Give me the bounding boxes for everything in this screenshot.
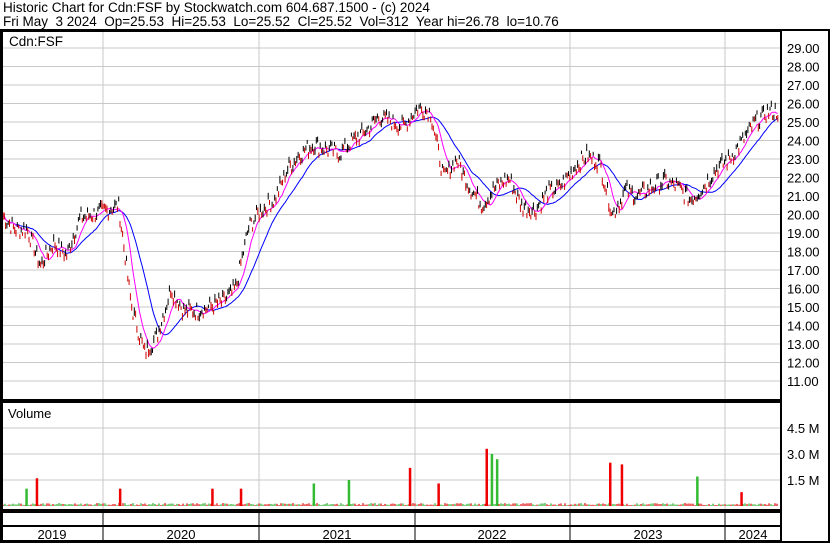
y-tick-label: 16.00: [787, 282, 820, 297]
y-tick-label: 15.00: [787, 300, 820, 315]
y-tick-label: 29.00: [787, 41, 820, 56]
y-tick-label: 14.00: [787, 319, 820, 334]
volume-bar: [620, 464, 624, 506]
volume-bar: [239, 488, 243, 506]
volume-bar: [437, 483, 440, 506]
x-tick-label: 2021: [323, 527, 352, 542]
y-tick-label: 22.00: [787, 171, 820, 186]
y-tick-label: 24.00: [787, 134, 820, 149]
volume-bar: [25, 488, 28, 506]
y-tick-label: 19.00: [787, 226, 820, 241]
volume-bar: [495, 459, 499, 506]
y-tick-label: 12.00: [787, 356, 820, 371]
y-tick-label: 21.00: [787, 189, 820, 204]
price-chart: 11.00 12.00 13.00 14.00 15.00 16.00 17.00 18.00…: [0, 29, 830, 543]
price-panel-border: [1, 30, 782, 401]
x-tick-label: 2022: [478, 527, 507, 542]
long-ma-line: [2, 116, 779, 336]
volume-bar: [485, 448, 488, 506]
volume-bar: [408, 467, 412, 506]
volume-bar: [609, 462, 612, 506]
volume-bar: [490, 454, 494, 506]
y-tick-label: 23.00: [787, 152, 820, 167]
y-tick-label: 28.00: [787, 60, 820, 75]
x-tick-label: 2019: [38, 527, 67, 542]
volume-panel-border: [1, 401, 782, 511]
y-tick-label: 18.00: [787, 245, 820, 260]
x-tick-label: 2020: [167, 527, 196, 542]
x-tick-label: 2023: [634, 527, 663, 542]
volume-bar: [696, 476, 699, 506]
volume-bar: [35, 478, 39, 506]
volume-bar: [347, 480, 351, 506]
y-tick-label: 27.00: [787, 78, 820, 93]
volume-tick-label: 3.0 M: [787, 447, 820, 462]
volume-tick-label: 4.5 M: [787, 421, 820, 436]
y-tick-label: 26.00: [787, 97, 820, 112]
y-tick-label: 25.00: [787, 115, 820, 130]
y-tick-label: 20.00: [787, 208, 820, 223]
x-tick-label: 2024: [739, 527, 768, 542]
volume-label: Volume: [8, 406, 51, 421]
short-ma-line: [2, 110, 778, 349]
volume-tick-label: 1.5 M: [787, 473, 820, 488]
volume-bar: [211, 488, 214, 506]
y-tick-label: 13.00: [787, 337, 820, 352]
y-tick-label: 11.00: [787, 374, 819, 389]
y-tick-label: 17.00: [787, 263, 820, 278]
volume-bar: [118, 488, 122, 506]
volume-bar: [312, 483, 316, 506]
symbol-label: Cdn:FSF: [9, 34, 63, 49]
volume-bar: [740, 492, 743, 506]
chart-window: Historic Chart for Cdn:FSF by Stockwatch…: [0, 0, 830, 543]
